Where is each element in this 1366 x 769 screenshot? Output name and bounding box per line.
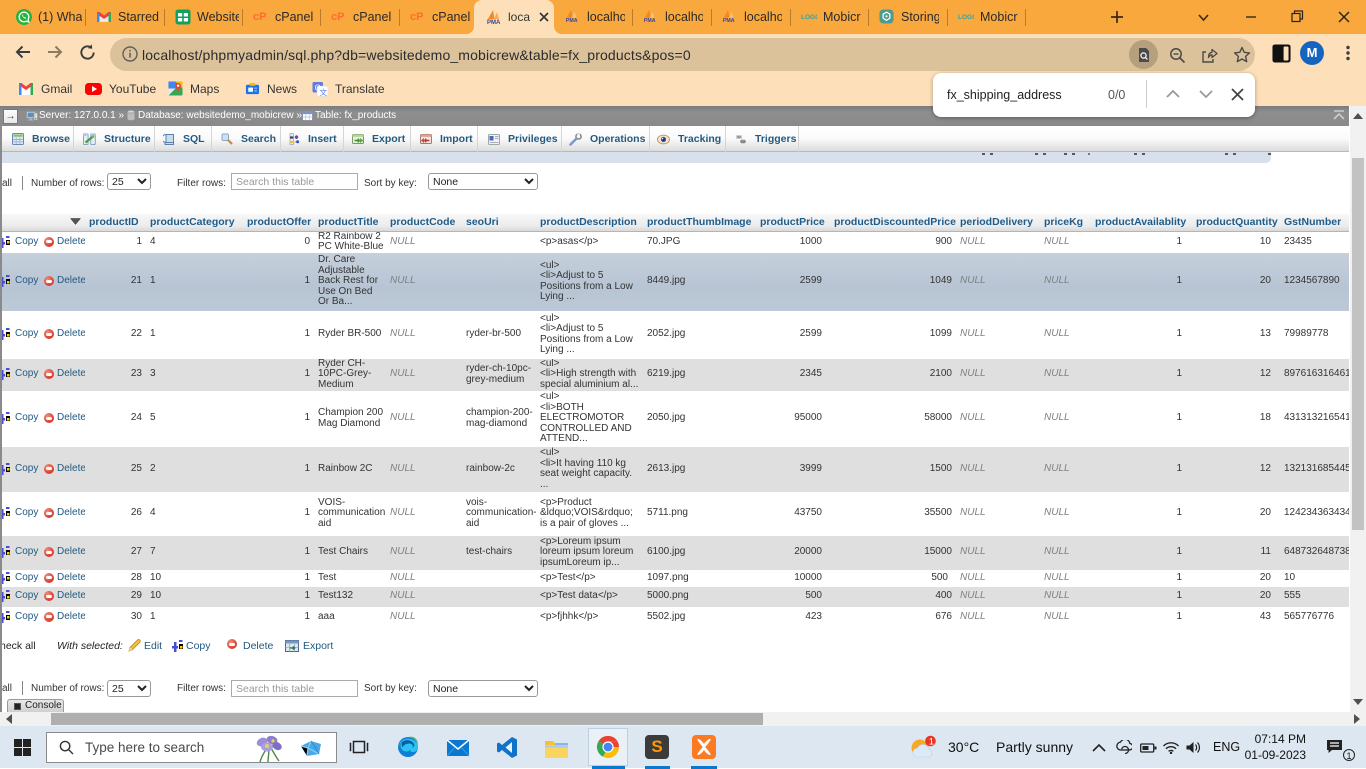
svg-text:文: 文 [320,86,328,96]
svg-text:1: 1 [929,736,934,747]
svg-text:PMA: PMA [566,18,578,23]
svg-text:PMA: PMA [723,18,735,23]
svg-text:PMA: PMA [487,20,501,25]
svg-text:PMA: PMA [644,18,656,23]
